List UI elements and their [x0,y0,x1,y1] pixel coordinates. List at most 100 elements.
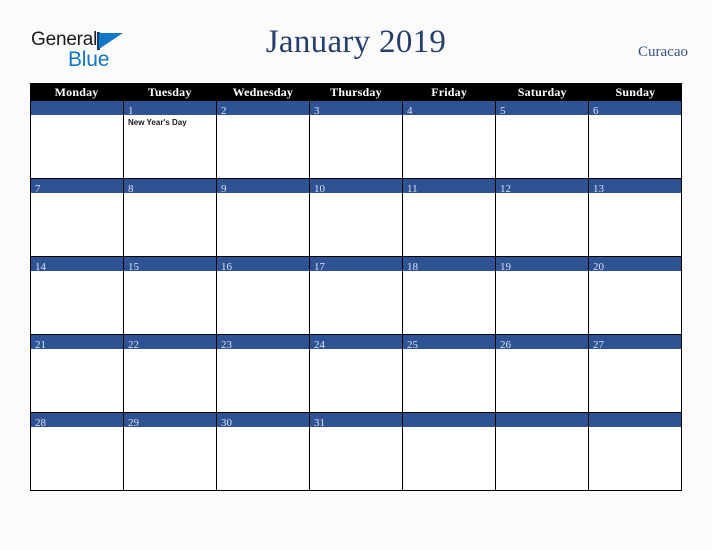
calendar-day-cell[interactable]: 20 [589,257,681,334]
day-number-bar: 4 [403,101,495,117]
calendar-day-cell[interactable]: 23 [217,335,310,412]
day-number-bar [496,413,588,427]
dow-sunday: Sunday [615,85,656,99]
calendar-day-cell[interactable]: 30 [217,413,310,490]
dow-saturday: Saturday [517,85,567,99]
day-number: 10 [314,183,325,195]
day-number-bar: 24 [310,335,402,351]
day-number: 15 [128,261,139,273]
calendar-day-cell[interactable]: 10 [310,179,403,256]
calendar-day-cell[interactable]: 26 [496,335,589,412]
calendar-week-row: 14 15 16 17 18 19 20 [31,257,681,335]
day-number-bar: 15 [124,257,216,273]
day-events [217,193,309,195]
calendar-day-cell[interactable]: 3 [310,101,403,178]
dow-friday: Friday [431,85,468,99]
calendar-day-cell[interactable] [589,413,681,490]
day-events [589,115,681,117]
day-events [124,193,216,195]
calendar-day-cell[interactable] [31,101,124,178]
calendar-day-cell[interactable]: 31 [310,413,403,490]
calendar-day-cell[interactable]: 11 [403,179,496,256]
calendar-day-cell[interactable]: 4 [403,101,496,178]
day-number: 13 [593,183,604,195]
calendar-page: General Blue January 2019 Curacao Monday… [0,0,712,550]
calendar-day-cell[interactable]: 14 [31,257,124,334]
calendar-day-cell[interactable]: 8 [124,179,217,256]
calendar-day-cell[interactable] [403,413,496,490]
day-number-bar: 2 [217,101,309,117]
day-number-bar: 3 [310,101,402,117]
day-number: 9 [221,183,227,195]
day-event-label: New Year's Day [128,118,187,127]
page-header: General Blue January 2019 Curacao [0,24,712,76]
day-number-bar: 25 [403,335,495,351]
calendar-day-cell[interactable]: 12 [496,179,589,256]
calendar-day-cell[interactable]: 22 [124,335,217,412]
calendar-day-cell[interactable]: 1 New Year's Day [124,101,217,178]
day-of-week-header-row: Monday Tuesday Wednesday Thursday Friday… [30,83,682,101]
day-events [31,193,123,195]
day-number: 31 [314,417,325,429]
locale-label: Curacao [638,44,688,60]
day-events: New Year's Day [124,115,216,128]
page-title: January 2019 [265,24,447,60]
calendar-grid: Monday Tuesday Wednesday Thursday Friday… [30,83,682,491]
calendar-week-row: 21 22 23 24 25 26 27 [31,335,681,413]
day-number-bar: 19 [496,257,588,273]
day-number-bar: 29 [124,413,216,429]
day-number-bar [31,101,123,115]
day-number-bar: 18 [403,257,495,273]
day-number-bar: 12 [496,179,588,195]
day-number: 29 [128,417,139,429]
day-number: 26 [500,339,511,351]
day-events [217,115,309,117]
calendar-day-cell[interactable]: 28 [31,413,124,490]
day-number-bar: 9 [217,179,309,195]
day-number-bar: 6 [589,101,681,117]
calendar-day-cell[interactable]: 19 [496,257,589,334]
calendar-week-row: 1 New Year's Day 2 3 4 5 6 [31,101,681,179]
calendar-day-cell[interactable]: 25 [403,335,496,412]
calendar-day-cell[interactable]: 6 [589,101,681,178]
day-number-bar: 14 [31,257,123,273]
calendar-day-cell[interactable]: 9 [217,179,310,256]
calendar-day-cell[interactable]: 13 [589,179,681,256]
calendar-day-cell[interactable]: 16 [217,257,310,334]
day-number: 6 [593,105,599,117]
calendar-day-cell[interactable]: 15 [124,257,217,334]
day-events [31,115,123,117]
calendar-day-cell[interactable]: 18 [403,257,496,334]
calendar-day-cell[interactable]: 7 [31,179,124,256]
day-number-bar: 11 [403,179,495,195]
day-number: 8 [128,183,134,195]
calendar-day-cell[interactable] [496,413,589,490]
calendar-day-cell[interactable]: 21 [31,335,124,412]
day-number-bar: 26 [496,335,588,351]
calendar-day-cell[interactable]: 24 [310,335,403,412]
day-events [589,427,681,429]
calendar-day-cell[interactable]: 2 [217,101,310,178]
day-number-bar: 27 [589,335,681,351]
day-number: 14 [35,261,46,273]
day-number-bar [403,413,495,427]
day-number: 18 [407,261,418,273]
day-number-bar: 1 [124,101,216,117]
calendar-day-cell[interactable]: 5 [496,101,589,178]
day-events [403,115,495,117]
calendar-weeks: 1 New Year's Day 2 3 4 5 6 7 8 9 10 11 12 13 14 15 16 17 1… [30,101,682,491]
day-number-bar: 7 [31,179,123,195]
day-events [310,115,402,117]
day-number: 7 [35,183,41,195]
dow-monday: Monday [54,85,99,99]
calendar-day-cell[interactable]: 17 [310,257,403,334]
day-number-bar: 5 [496,101,588,117]
day-number: 25 [407,339,418,351]
day-number-bar: 17 [310,257,402,273]
calendar-day-cell[interactable]: 27 [589,335,681,412]
day-number: 27 [593,339,604,351]
day-number-bar: 31 [310,413,402,429]
calendar-day-cell[interactable]: 29 [124,413,217,490]
day-number-bar: 21 [31,335,123,351]
calendar-week-row: 7 8 9 10 11 12 13 [31,179,681,257]
